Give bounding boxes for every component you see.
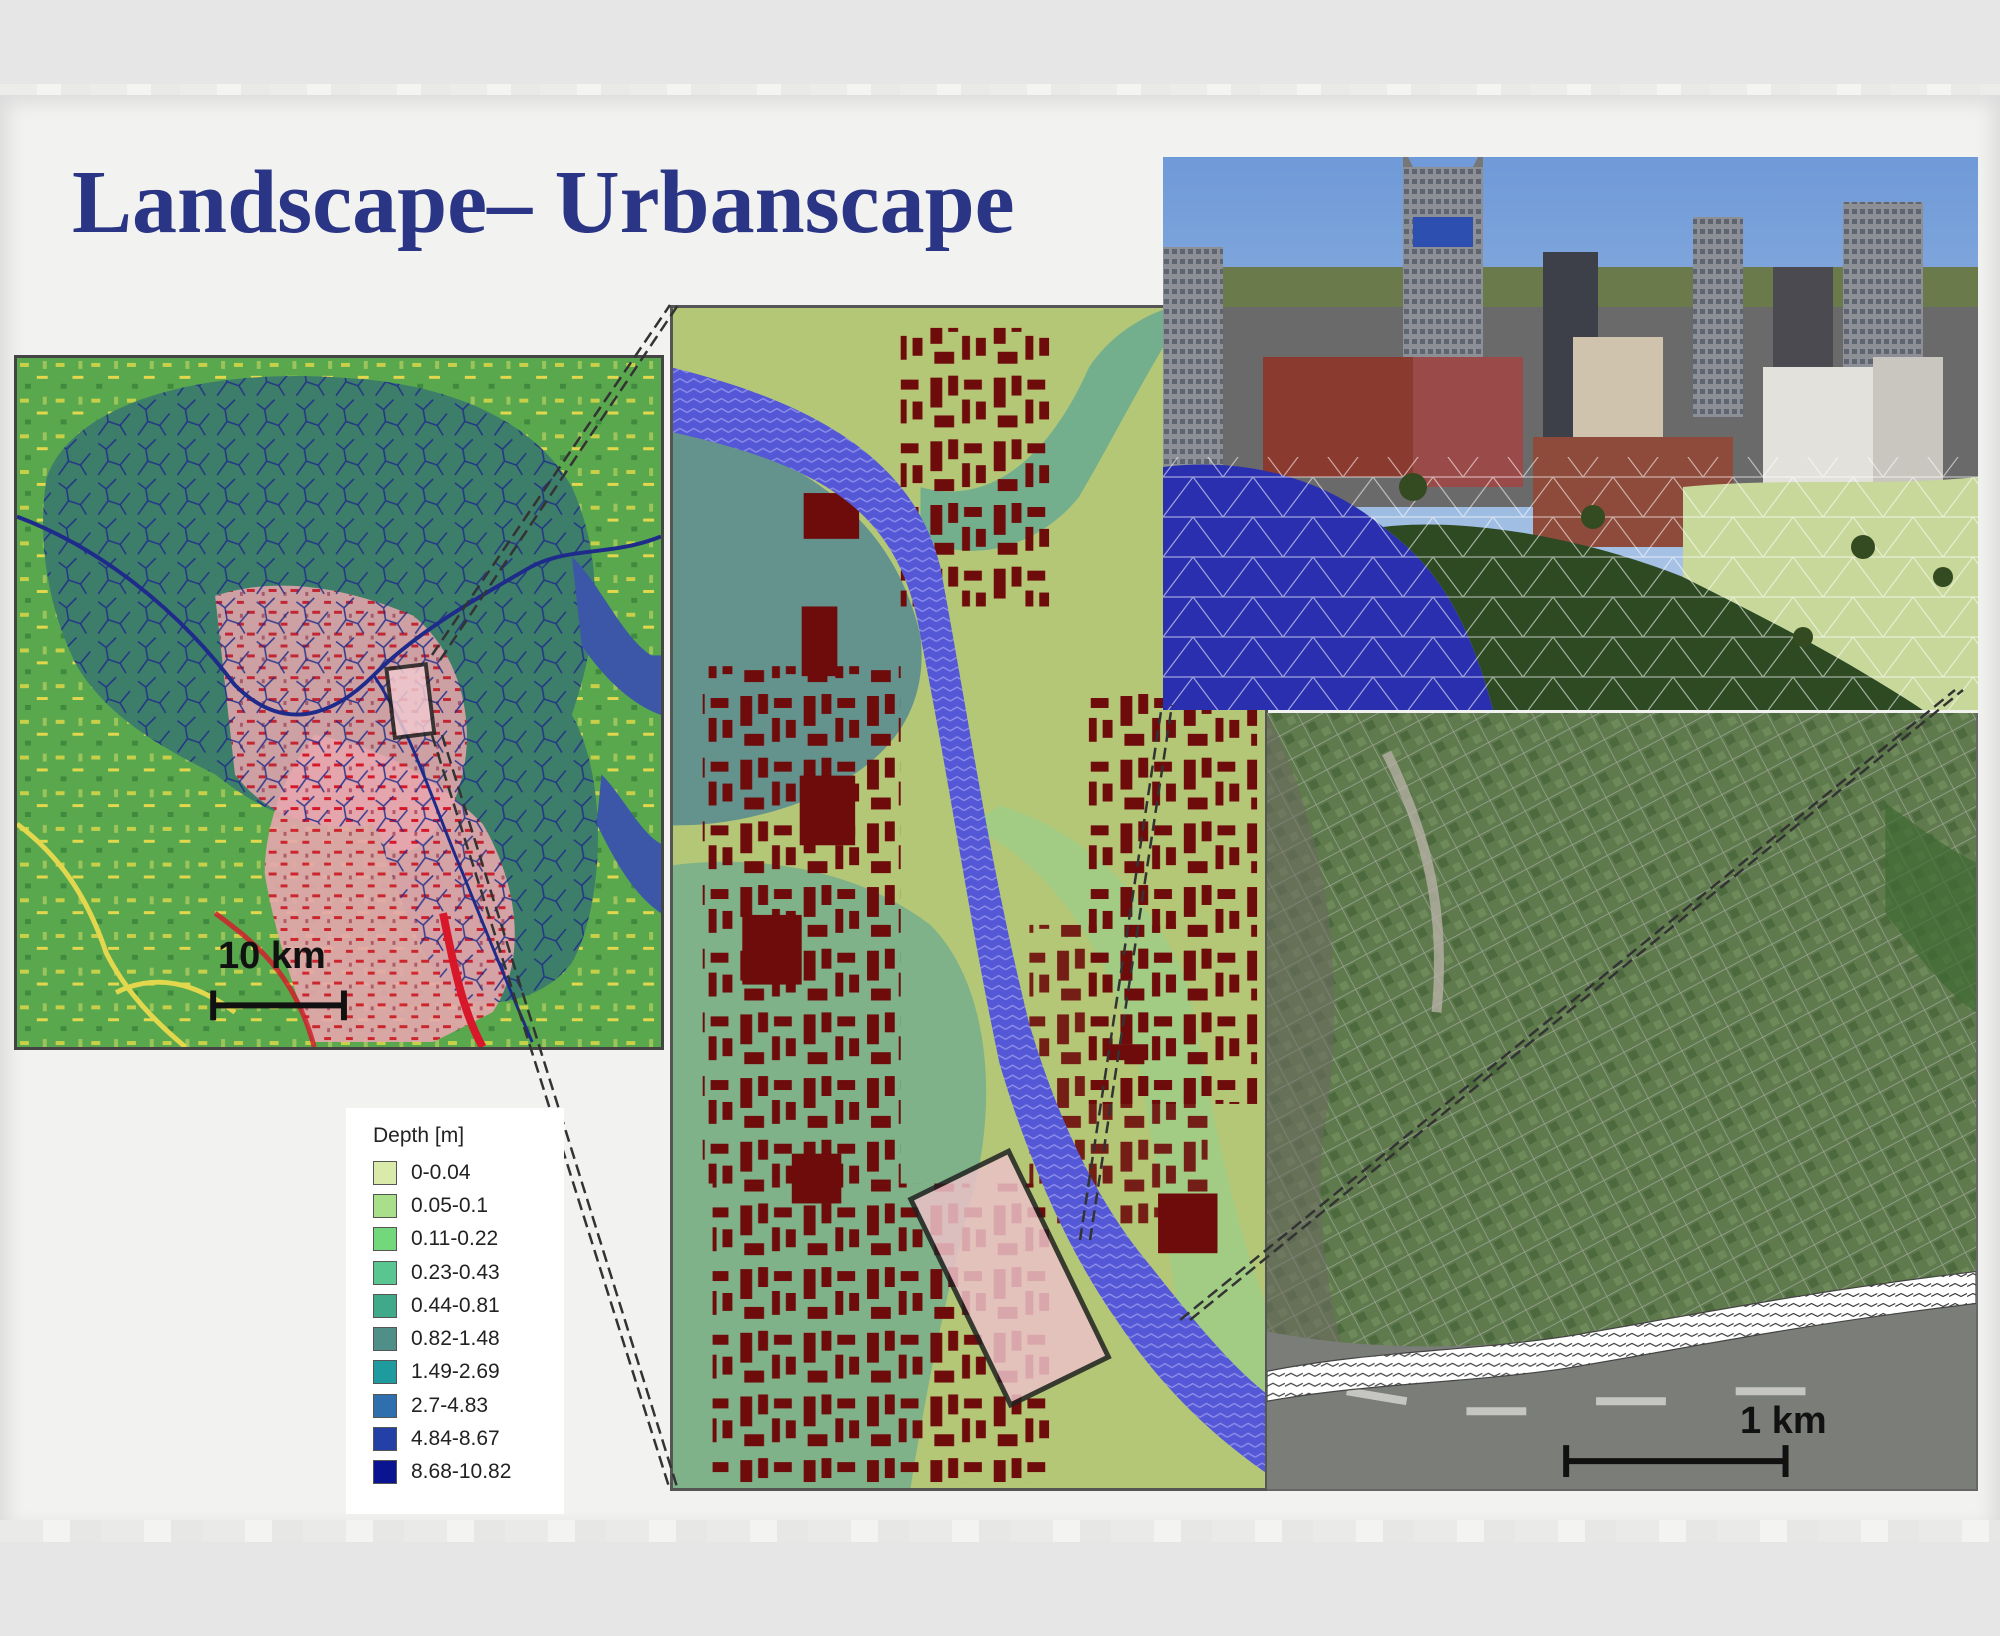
scale-bar-10km-label: 10 km bbox=[218, 935, 326, 977]
landscape-map bbox=[14, 355, 664, 1050]
legend-items: 0-0.04 0.05-0.1 0.11-0.22 0.23-0.43 0.44… bbox=[373, 1156, 564, 1489]
legend-item: 2.7-4.83 bbox=[373, 1389, 564, 1422]
scale-bar-1km-label: 1 km bbox=[1740, 1400, 1827, 1442]
legend-label: 0.82-1.48 bbox=[411, 1327, 500, 1351]
legend-label: 0-0.04 bbox=[411, 1160, 471, 1184]
legend-swatch bbox=[373, 1227, 397, 1252]
legend-label: 1.49-2.69 bbox=[411, 1360, 500, 1384]
legend-swatch bbox=[373, 1293, 397, 1318]
legend-swatch bbox=[373, 1460, 397, 1485]
legend-item: 0-0.04 bbox=[373, 1156, 564, 1189]
legend-item: 0.11-0.22 bbox=[373, 1223, 564, 1256]
slide-title: Landscape– Urbanscape bbox=[72, 153, 1015, 252]
legend-swatch bbox=[373, 1160, 397, 1185]
legend-swatch bbox=[373, 1260, 397, 1285]
legend-item: 0.44-0.81 bbox=[373, 1289, 564, 1322]
legend-item: 0.05-0.1 bbox=[373, 1189, 564, 1222]
legend-item: 4.84-8.67 bbox=[373, 1422, 564, 1455]
satellite-map bbox=[1267, 713, 1978, 1491]
city-3d-view bbox=[1163, 157, 1978, 710]
legend-swatch bbox=[373, 1360, 397, 1385]
legend-label: 0.23-0.43 bbox=[411, 1260, 500, 1284]
legend-title: Depth [m] bbox=[373, 1124, 465, 1147]
legend-label: 0.05-0.1 bbox=[411, 1193, 489, 1217]
legend-label: 8.68-10.82 bbox=[411, 1460, 512, 1484]
legend-swatch bbox=[373, 1393, 397, 1418]
legend-swatch bbox=[373, 1193, 397, 1218]
legend-item: 8.68-10.82 bbox=[373, 1456, 564, 1489]
depth-legend: Depth [m] 0-0.04 0.05-0.1 0.11-0.22 0.23… bbox=[346, 1108, 564, 1514]
legend-label: 0.11-0.22 bbox=[411, 1227, 499, 1251]
legend-label: 2.7-4.83 bbox=[411, 1393, 489, 1417]
legend-label: 4.84-8.67 bbox=[411, 1427, 500, 1451]
legend-item: 0.82-1.48 bbox=[373, 1322, 564, 1355]
legend-swatch bbox=[373, 1327, 397, 1352]
landscape-zoom-box bbox=[384, 661, 437, 741]
legend-swatch bbox=[373, 1427, 397, 1452]
paper-torn-edge-bottom bbox=[0, 1520, 2000, 1542]
legend-label: 0.44-0.81 bbox=[411, 1293, 500, 1317]
legend-item: 0.23-0.43 bbox=[373, 1256, 564, 1289]
legend-item: 1.49-2.69 bbox=[373, 1356, 564, 1389]
